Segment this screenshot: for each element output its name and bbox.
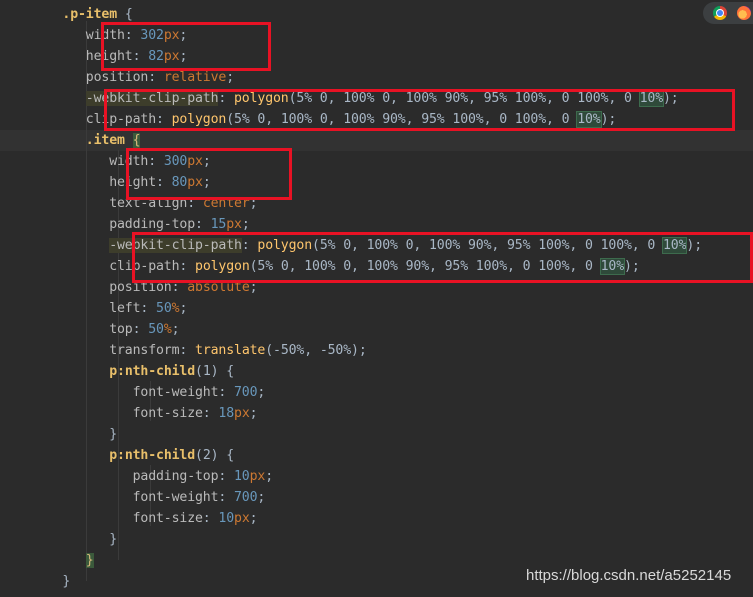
code-token: { [117,7,133,22]
selector: .p-item [62,7,118,22]
code-token: 700 [234,490,258,505]
code-line: font-weight: 700; [132,385,266,400]
annotation-box-inner-clip [132,232,753,283]
code-token: left [109,301,141,316]
code-token: padding-top [132,469,219,484]
code-token: .item [85,133,125,148]
code-token: (1) [195,364,219,379]
code-token: translate [195,343,266,358]
code-token: relative [163,70,227,85]
firefox-icon[interactable] [737,6,751,20]
code-token: px [226,217,242,232]
code-line: } [0,550,94,571]
code-token: transform [109,343,180,358]
code-token: { [218,448,235,463]
code-token: :nth-child [117,448,196,463]
code-token: 700 [234,385,258,400]
code-token: font-size [132,511,203,526]
code-token: } [85,553,94,568]
code-token: } [62,574,71,589]
annotation-box-outer-size [101,22,271,71]
code-token: font-weight [132,490,219,505]
code-line: } [0,529,117,550]
code-token: px [234,406,250,421]
code-token: } [109,427,118,442]
code-token: p [109,364,118,379]
browser-preview-bar [703,2,753,24]
annotation-box-inner-size [126,148,292,200]
code-token: p [109,448,118,463]
code-token: padding-top [109,217,195,232]
code-token: { [218,364,235,379]
code-token: font-weight [132,385,219,400]
code-line: } [0,571,70,592]
code-line: } [0,424,117,445]
code-token: position [85,70,149,85]
code-token: (2) [195,448,219,463]
code-line: font-size: 10px; [132,511,258,526]
code-line: font-size: 18px; [132,406,258,421]
code-token: px [234,511,250,526]
watermark: https://blog.csdn.net/a5252145 [526,567,732,584]
code-token: :nth-child [117,364,196,379]
code-token: 15 [210,217,227,232]
code-line: font-weight: 700; [132,490,266,505]
code-token: % [171,301,180,316]
code-token: 50 [156,301,172,316]
code-line: top: 50%; [109,322,180,337]
code-line: transform: translate(-50%, -50%); [109,343,367,358]
code-token: ; [358,343,367,358]
code-line: left: 50%; [109,301,188,316]
code-line: p:nth-child(1) { [0,361,234,382]
code-token: (-50%, -50%) [265,343,359,358]
code-token: px [249,469,266,484]
code-token: top [109,322,133,337]
code-token: { [132,133,141,148]
code-token: } [109,532,118,547]
code-token: 50 [148,322,164,337]
chrome-icon[interactable] [713,6,727,20]
code-token: 10 [234,469,250,484]
code-token: 18 [218,406,235,421]
annotation-box-outer-clip [104,89,735,131]
code-line: padding-top: 10px; [132,469,274,484]
code-token: 10 [218,511,235,526]
code-token: font-size [132,406,203,421]
code-token: % [163,322,172,337]
code-line: .item { [0,130,141,151]
code-line: p:nth-child(2) { [0,445,234,466]
